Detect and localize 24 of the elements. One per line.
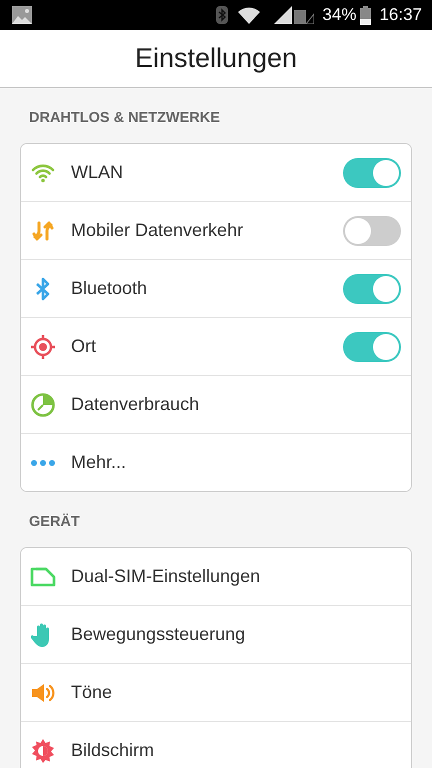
- wifi-icon: [31, 162, 55, 182]
- settings-item[interactable]: Mehr...: [21, 433, 411, 491]
- toggle-switch[interactable]: [343, 274, 401, 304]
- picture-icon: [12, 6, 32, 24]
- target-icon: [30, 334, 56, 360]
- battery-icon: [360, 6, 372, 24]
- toggle-switch[interactable]: [343, 216, 401, 246]
- battery-percentage: 34%: [322, 5, 356, 25]
- speaker-icon: [30, 682, 56, 704]
- dots-icon: [30, 458, 56, 466]
- pie-chart-icon: [30, 392, 56, 418]
- toggle-switch[interactable]: [343, 332, 401, 362]
- bluetooth-icon: [35, 276, 51, 300]
- signal-icon: [274, 6, 314, 24]
- brightness-icon: [30, 738, 56, 764]
- section-header: DRAHTLOS & NETZWERKE: [28, 109, 221, 128]
- bluetooth-icon: [216, 6, 228, 24]
- swap-arrows-icon: [32, 218, 54, 242]
- sim-card-icon: [30, 566, 56, 586]
- section-header: GERÄT: [28, 512, 81, 532]
- screen-title: Einstellungen: [134, 43, 298, 74]
- clock: 16:37: [379, 5, 422, 25]
- toggle-switch[interactable]: [343, 158, 401, 188]
- wifi-icon: [238, 6, 260, 24]
